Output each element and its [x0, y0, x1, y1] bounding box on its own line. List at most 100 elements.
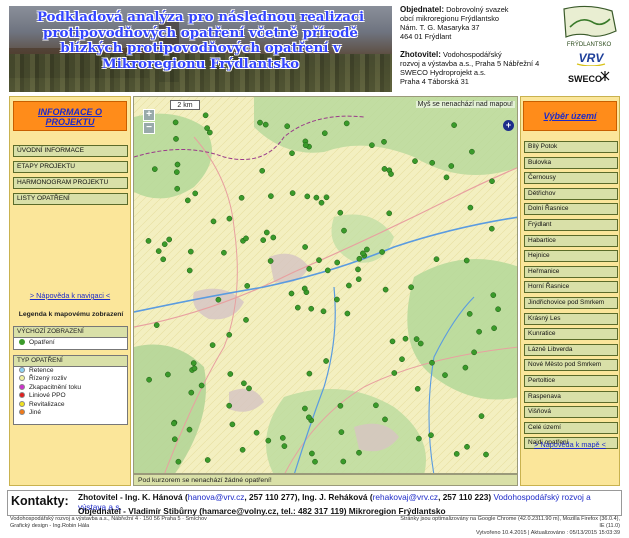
measure-marker[interactable] [279, 435, 286, 441]
measure-marker[interactable] [316, 257, 322, 263]
measure-marker[interactable] [306, 414, 312, 421]
measure-marker[interactable] [198, 382, 205, 389]
measure-marker[interactable] [433, 256, 440, 263]
measure-marker[interactable] [309, 450, 315, 457]
measure-marker[interactable] [443, 174, 450, 181]
legend-default-header[interactable]: VÝCHOZÍ ZOBRAZENÍ [14, 327, 127, 338]
measure-marker[interactable] [334, 296, 340, 303]
measure-marker[interactable] [343, 120, 350, 127]
measure-marker[interactable] [464, 443, 470, 450]
area-button[interactable]: Hejnice [524, 250, 618, 263]
measure-marker[interactable] [381, 138, 387, 145]
measure-marker[interactable] [155, 248, 162, 254]
measure-marker[interactable] [355, 266, 361, 273]
measure-marker[interactable] [373, 402, 379, 409]
measure-marker[interactable] [495, 306, 501, 313]
measure-marker[interactable] [204, 125, 210, 131]
area-button[interactable]: Bílý Potok [524, 141, 618, 153]
measure-marker[interactable] [186, 426, 193, 433]
nav-uvodni-informace[interactable]: ÚVODNÍ INFORMACE [13, 145, 128, 157]
measure-marker[interactable] [172, 119, 179, 126]
measure-marker[interactable] [243, 235, 249, 242]
measure-marker[interactable] [227, 371, 234, 377]
measure-marker[interactable] [173, 136, 179, 142]
measure-marker[interactable] [265, 437, 272, 444]
map-canvas[interactable] [134, 97, 518, 474]
measure-marker[interactable] [188, 389, 195, 396]
measure-marker[interactable] [341, 227, 347, 234]
measure-marker[interactable] [226, 331, 233, 338]
sweco-logo[interactable]: SWECO [568, 68, 612, 88]
measure-marker[interactable] [451, 122, 457, 128]
measure-marker[interactable] [186, 267, 193, 274]
measure-marker[interactable] [471, 349, 477, 356]
measure-marker[interactable] [226, 215, 233, 222]
map-viewer[interactable]: 2 km Myš se nenachází nad mapou! + − + [133, 96, 518, 474]
measure-marker[interactable] [391, 370, 398, 376]
measure-marker[interactable] [323, 194, 330, 201]
measure-marker[interactable] [306, 370, 313, 377]
measure-marker[interactable] [334, 259, 341, 266]
measure-marker[interactable] [253, 429, 260, 436]
measure-marker[interactable] [161, 241, 168, 248]
measure-marker[interactable] [210, 218, 217, 225]
measure-marker[interactable] [338, 429, 345, 435]
measure-marker[interactable] [284, 123, 291, 130]
area-button[interactable]: Habartice [524, 234, 618, 247]
measure-marker[interactable] [476, 328, 482, 335]
measure-marker[interactable] [382, 286, 389, 293]
area-button[interactable]: Nové Město pod Smrkem [524, 359, 618, 372]
measure-marker[interactable] [324, 267, 331, 274]
legend-types-header[interactable]: TYP OPATŘENÍ [14, 356, 127, 367]
measure-marker[interactable] [306, 265, 313, 272]
measure-marker[interactable] [289, 190, 296, 196]
measure-marker[interactable] [478, 413, 485, 419]
measure-marker[interactable] [467, 204, 474, 211]
area-button[interactable]: Višňová [524, 406, 618, 419]
measure-marker[interactable] [289, 150, 295, 157]
measure-marker[interactable] [340, 458, 347, 465]
measure-marker[interactable] [399, 356, 405, 363]
measure-marker[interactable] [337, 209, 344, 216]
area-button[interactable]: Dětřichov [524, 187, 618, 200]
measure-marker[interactable] [416, 435, 422, 442]
measure-marker[interactable] [402, 335, 409, 342]
measure-marker[interactable] [442, 372, 448, 378]
measure-marker[interactable] [270, 234, 277, 241]
measure-marker[interactable] [414, 385, 421, 392]
area-button[interactable]: Černousy [524, 172, 618, 185]
measure-marker[interactable] [302, 405, 308, 412]
measure-marker[interactable] [191, 365, 198, 372]
measure-marker[interactable] [388, 171, 394, 177]
measure-marker[interactable] [337, 402, 344, 409]
measure-marker[interactable] [229, 421, 236, 428]
measure-marker[interactable] [382, 416, 388, 423]
measure-marker[interactable] [429, 359, 435, 366]
measure-marker[interactable] [260, 237, 267, 243]
measure-marker[interactable] [448, 163, 455, 169]
measure-marker[interactable] [302, 244, 308, 250]
measure-marker[interactable] [356, 449, 362, 456]
measure-marker[interactable] [281, 443, 288, 449]
measure-marker[interactable] [174, 185, 181, 192]
area-button[interactable]: Horní Řasnice [524, 281, 618, 294]
measure-marker[interactable] [171, 436, 178, 443]
measure-marker[interactable] [491, 325, 497, 332]
measure-marker[interactable] [346, 282, 352, 289]
measure-marker[interactable] [321, 130, 328, 137]
area-button[interactable]: Frýdlant [524, 219, 618, 231]
measure-marker[interactable] [417, 340, 424, 347]
layer-switcher-icon[interactable]: + [503, 120, 514, 131]
measure-marker[interactable] [262, 121, 269, 128]
measure-marker[interactable] [153, 322, 160, 328]
measure-marker[interactable] [313, 194, 320, 201]
measure-marker[interactable] [145, 238, 152, 244]
area-button[interactable]: Pertoltice [524, 375, 618, 387]
measure-marker[interactable] [268, 193, 274, 199]
navigation-help-link[interactable]: > Nápověda k navigaci < [10, 291, 130, 300]
measure-marker[interactable] [187, 248, 194, 255]
area-button[interactable]: Lázně Libverda [524, 343, 618, 356]
measure-marker[interactable] [302, 142, 309, 149]
measure-marker[interactable] [389, 338, 396, 345]
measure-marker[interactable] [151, 166, 158, 172]
